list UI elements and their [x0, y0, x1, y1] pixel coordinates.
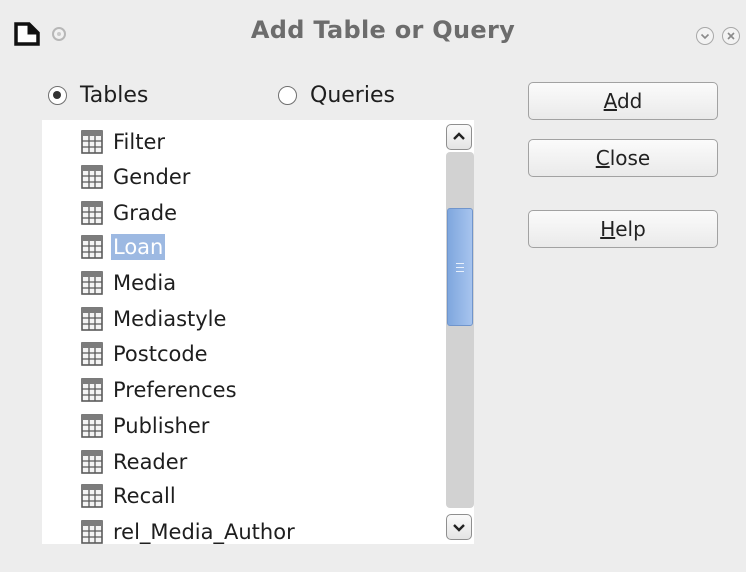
- table-icon: [81, 378, 103, 402]
- add-button[interactable]: Add: [528, 82, 718, 120]
- list-item[interactable]: Reader: [80, 445, 189, 479]
- tables-radio-label: Tables: [80, 82, 149, 108]
- list-item[interactable]: Postcode: [80, 337, 210, 371]
- tables-radio-option[interactable]: Tables: [48, 80, 148, 110]
- list-item-selected[interactable]: Loan: [80, 230, 166, 264]
- close-mnemonic: C: [595, 146, 610, 170]
- table-list[interactable]: Filter Gender Grade Loan Media Mediastyl…: [42, 120, 474, 544]
- add-label: dd: [616, 89, 643, 113]
- list-item-label: Reader: [113, 450, 188, 474]
- scrollbar-track[interactable]: [446, 152, 474, 508]
- close-label: lose: [609, 146, 651, 170]
- tables-radio[interactable]: [48, 85, 67, 105]
- scrollbar-thumb[interactable]: [447, 208, 473, 326]
- table-icon: [81, 271, 103, 295]
- close-window-button[interactable]: [722, 27, 740, 45]
- table-icon: [81, 201, 103, 225]
- add-table-or-query-dialog: Add Table or Query Tables Queries Filter…: [0, 0, 746, 572]
- list-item[interactable]: rel_Media_Author: [80, 515, 297, 544]
- list-item-label: Gender: [113, 165, 191, 189]
- help-button[interactable]: Help: [528, 210, 718, 248]
- list-item-label: Media: [113, 271, 177, 295]
- list-item-label: Preferences: [113, 378, 237, 402]
- chevron-down-icon: [452, 523, 465, 532]
- list-item-label: Loan: [111, 234, 166, 260]
- queries-radio-option[interactable]: Queries: [278, 80, 395, 110]
- list-item-label: Publisher: [113, 414, 210, 438]
- table-icon: [81, 130, 103, 154]
- table-icon: [81, 342, 103, 366]
- list-item[interactable]: Media: [80, 266, 178, 300]
- table-icon: [81, 307, 103, 331]
- chevron-up-icon: [452, 131, 465, 140]
- scroll-down-button[interactable]: [446, 514, 472, 540]
- list-item-label: Mediastyle: [113, 307, 227, 331]
- list-item[interactable]: Filter: [80, 125, 167, 159]
- list-item[interactable]: Grade: [80, 196, 179, 230]
- list-item[interactable]: Publisher: [80, 409, 211, 443]
- close-button[interactable]: Close: [528, 139, 718, 177]
- list-scrollbar[interactable]: [446, 124, 474, 540]
- table-icon: [81, 484, 103, 508]
- table-icon: [81, 414, 103, 438]
- list-item-label: rel_Media_Author: [113, 520, 295, 544]
- table-icon: [81, 235, 103, 259]
- list-item-label: Filter: [113, 130, 166, 154]
- close-icon: [726, 31, 735, 40]
- add-mnemonic: A: [603, 89, 617, 113]
- list-item-label: Postcode: [113, 342, 208, 366]
- list-item-label: Grade: [113, 201, 178, 225]
- list-item[interactable]: Mediastyle: [80, 302, 228, 336]
- window-title: Add Table or Query: [250, 16, 516, 44]
- queries-radio[interactable]: [278, 85, 297, 105]
- scroll-up-button[interactable]: [446, 124, 472, 150]
- minimize-button[interactable]: [696, 27, 714, 45]
- chevron-down-icon: [700, 33, 709, 39]
- queries-radio-label: Queries: [310, 82, 395, 108]
- list-item[interactable]: Preferences: [80, 373, 239, 407]
- table-icon: [81, 165, 103, 189]
- list-item[interactable]: Gender: [80, 160, 192, 194]
- help-label: elp: [615, 217, 646, 241]
- title-bar[interactable]: Add Table or Query: [0, 0, 746, 64]
- help-mnemonic: H: [600, 217, 616, 241]
- table-icon: [81, 520, 103, 544]
- list-item[interactable]: Recall: [80, 479, 178, 513]
- table-icon: [81, 450, 103, 474]
- list-item-label: Recall: [113, 484, 176, 508]
